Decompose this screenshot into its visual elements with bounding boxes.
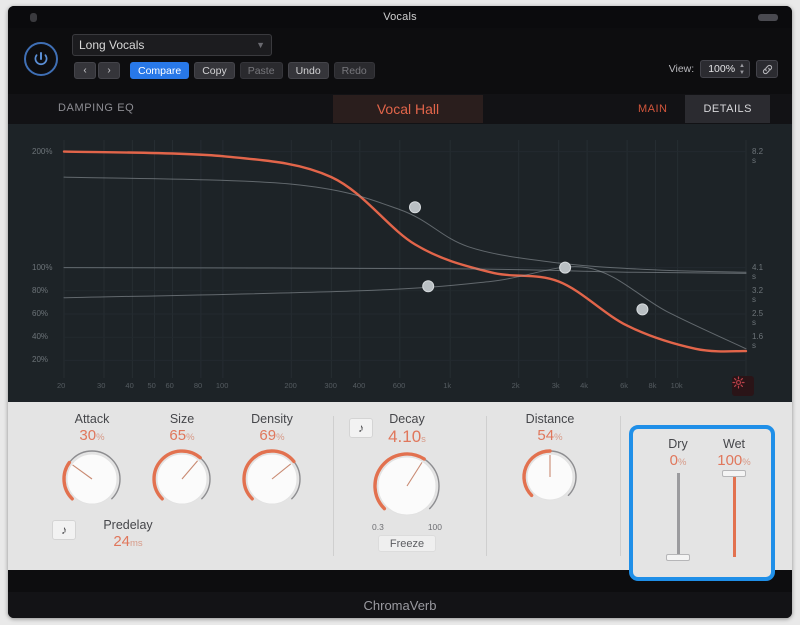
size-label: Size bbox=[169, 412, 195, 426]
stepper-arrows-icon[interactable]: ▲ ▼ bbox=[739, 63, 745, 76]
preset-name: Long Vocals bbox=[79, 38, 145, 52]
predelay-unit: ms bbox=[130, 538, 143, 549]
decay-range: 0.3 100 bbox=[372, 522, 442, 532]
wet-value: 100% bbox=[705, 452, 763, 469]
wet-value-number: 100 bbox=[717, 452, 743, 469]
dry-slider[interactable] bbox=[666, 473, 690, 561]
panel-divider-1 bbox=[333, 416, 334, 556]
size-unit: % bbox=[186, 432, 195, 443]
redo-button[interactable]: Redo bbox=[333, 62, 375, 79]
attack-knob[interactable] bbox=[50, 448, 134, 510]
distance-unit: % bbox=[554, 432, 563, 443]
next-preset-button[interactable]: › bbox=[98, 62, 120, 79]
power-icon bbox=[34, 52, 48, 66]
tab-details[interactable]: DETAILS bbox=[685, 95, 770, 123]
size-knob[interactable] bbox=[140, 448, 224, 510]
paste-button[interactable]: Paste bbox=[239, 62, 283, 79]
decay-unit: s bbox=[421, 434, 426, 445]
toolbar-button-row: ‹ › Compare Copy Paste Undo Redo bbox=[74, 62, 375, 79]
window-title: Vocals bbox=[383, 11, 417, 23]
attack-control: Attack 30% bbox=[50, 412, 134, 510]
copy-button[interactable]: Copy bbox=[194, 62, 235, 79]
preset-selector[interactable]: Long Vocals ▼ bbox=[72, 34, 272, 56]
density-value: 69% bbox=[230, 427, 314, 444]
power-button[interactable] bbox=[24, 42, 58, 76]
density-control: Density 69% bbox=[230, 412, 314, 510]
damping-eq-graph[interactable]: 200% 100% 80% 60% 40% 20% 8.2 s 4.1 s 3.2 s 2.5 … bbox=[8, 124, 792, 402]
freeze-button[interactable]: Freeze bbox=[378, 535, 436, 552]
distance-value: 54% bbox=[508, 427, 592, 444]
dry-slider-handle[interactable] bbox=[666, 554, 690, 561]
wet-slider-handle[interactable] bbox=[722, 470, 746, 477]
view-controls: View: 100% ▲ ▼ bbox=[669, 60, 778, 78]
link-icon bbox=[762, 64, 772, 74]
room-type-selector[interactable]: Vocal Hall bbox=[333, 95, 483, 123]
previous-preset-button[interactable]: ‹ bbox=[74, 62, 96, 79]
wet-unit: % bbox=[742, 457, 751, 468]
attack-label: Attack bbox=[74, 412, 110, 426]
attack-value: 30% bbox=[50, 427, 134, 444]
tab-main[interactable]: MAIN bbox=[620, 95, 686, 123]
link-button[interactable] bbox=[756, 60, 778, 78]
undo-button[interactable]: Undo bbox=[287, 62, 329, 79]
dry-value-number: 0 bbox=[669, 452, 678, 469]
view-zoom-stepper[interactable]: 100% ▲ ▼ bbox=[700, 60, 750, 78]
size-control: Size 65% bbox=[140, 412, 224, 510]
plugin-footer: ChromaVerb bbox=[8, 592, 792, 618]
predelay-control: Predelay 24ms bbox=[82, 518, 174, 550]
preset-nav-group: ‹ › bbox=[74, 62, 120, 79]
decay-value-number: 4.10 bbox=[388, 427, 422, 446]
attack-value-number: 30 bbox=[79, 427, 97, 444]
distance-value-number: 54 bbox=[537, 427, 555, 444]
mix-section: Dry 0% Wet 100% bbox=[629, 425, 775, 581]
display-header: DAMPING EQ Vocal Hall MAIN DETAILS bbox=[8, 94, 792, 124]
decay-control: Decay 4.10s 0.3 100 Freeze bbox=[363, 412, 451, 552]
density-value-number: 69 bbox=[259, 427, 277, 444]
size-value: 65% bbox=[140, 427, 224, 444]
eq-settings-button[interactable] bbox=[732, 376, 754, 396]
plugin-window: Vocals Long Vocals ▼ ‹ › Compare Copy Pa… bbox=[8, 6, 792, 618]
predelay-value[interactable]: 24ms bbox=[82, 533, 174, 550]
decay-label: Decay bbox=[389, 412, 425, 426]
density-label: Density bbox=[251, 412, 293, 426]
compare-button[interactable]: Compare bbox=[130, 62, 190, 79]
dry-control: Dry 0% bbox=[649, 437, 707, 561]
dry-unit: % bbox=[677, 457, 687, 468]
attack-unit: % bbox=[96, 432, 105, 443]
decay-value: 4.10s bbox=[363, 427, 451, 447]
density-unit: % bbox=[276, 432, 285, 443]
density-knob[interactable] bbox=[230, 448, 314, 510]
wet-slider-fill bbox=[732, 473, 736, 557]
panel-divider-3 bbox=[620, 416, 621, 556]
size-value-number: 65 bbox=[169, 427, 187, 444]
dry-label: Dry bbox=[668, 437, 688, 451]
note-icon: ♪ bbox=[61, 523, 67, 537]
panel-divider-2 bbox=[486, 416, 487, 556]
eq-curve-canvas bbox=[62, 140, 748, 378]
decay-knob[interactable] bbox=[363, 451, 451, 521]
damping-eq-label: DAMPING EQ bbox=[58, 102, 135, 114]
predelay-note-button[interactable]: ♪ bbox=[52, 520, 76, 540]
gear-icon bbox=[732, 376, 745, 389]
chevron-down-icon: ▼ bbox=[256, 40, 265, 50]
predelay-value-number: 24 bbox=[113, 533, 130, 550]
view-label: View: bbox=[668, 63, 695, 75]
title-bar: Vocals bbox=[8, 6, 792, 28]
wet-slider[interactable] bbox=[722, 470, 746, 557]
window-resize-pill[interactable] bbox=[758, 14, 778, 21]
view-zoom-value: 100% bbox=[708, 63, 736, 75]
dry-value: 0% bbox=[649, 452, 707, 469]
display-tabs: MAIN DETAILS bbox=[620, 95, 770, 123]
predelay-label: Predelay bbox=[103, 518, 153, 532]
wet-control: Wet 100% bbox=[705, 437, 763, 557]
decay-range-min: 0.3 bbox=[372, 522, 384, 532]
distance-knob[interactable] bbox=[508, 448, 592, 506]
wet-label: Wet bbox=[723, 437, 745, 451]
decay-range-max: 100 bbox=[427, 522, 442, 532]
toolbar: Long Vocals ▼ ‹ › Compare Copy Paste Und… bbox=[8, 28, 792, 94]
window-indicator-dot bbox=[30, 13, 37, 22]
distance-control: Distance 54% bbox=[508, 412, 592, 506]
distance-label: Distance bbox=[525, 412, 575, 426]
